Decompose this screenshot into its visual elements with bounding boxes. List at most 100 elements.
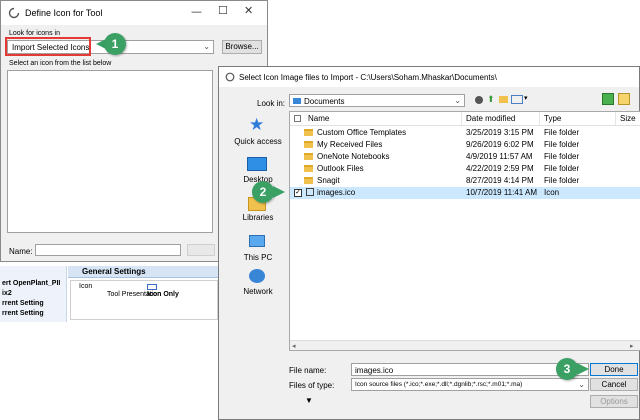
files-of-type-combo[interactable]: Icon source files (*.ico;*.exe;*.dll;*.d… bbox=[351, 378, 589, 391]
ico-file-icon bbox=[306, 188, 314, 196]
places-bar: ★ Quick access Desktop Libraries This PC… bbox=[229, 111, 287, 351]
icon-listbox[interactable] bbox=[7, 70, 213, 233]
folder-icon bbox=[304, 177, 313, 184]
file-name: OneNote Notebooks bbox=[304, 151, 390, 163]
file-list[interactable]: Name Date modified Type Size Custom Offi… bbox=[289, 111, 640, 351]
chevron-down-icon: ⌄ bbox=[203, 42, 210, 51]
image-preview-icon[interactable] bbox=[618, 93, 630, 105]
file-date: 8/27/2019 4:14 PM bbox=[466, 176, 534, 185]
horizontal-scrollbar[interactable]: ◂ ▸ bbox=[290, 340, 640, 350]
folder-icon bbox=[304, 141, 313, 148]
look-for-label: Look for icons in bbox=[9, 30, 60, 37]
up-folder-icon[interactable]: ⬆ bbox=[487, 95, 495, 105]
look-in-label: Look in: bbox=[257, 99, 286, 108]
browse-button[interactable]: Browse... bbox=[222, 40, 262, 54]
back-icon[interactable] bbox=[475, 96, 483, 104]
cancel-button[interactable]: Cancel bbox=[590, 378, 638, 391]
file-date: 3/25/2019 3:15 PM bbox=[466, 128, 534, 137]
place-label: Quick access bbox=[234, 137, 282, 146]
file-name-input[interactable]: images.ico bbox=[351, 363, 589, 376]
name-input[interactable] bbox=[35, 244, 181, 256]
disabled-button bbox=[187, 244, 215, 256]
file-row[interactable]: Snagit 8/27/2019 4:14 PM File folder bbox=[290, 175, 640, 187]
refresh-icon[interactable] bbox=[602, 93, 614, 105]
tool-list-item[interactable]: ert OpenPlant_PII bbox=[2, 280, 60, 287]
file-name-label: File name: bbox=[289, 366, 327, 375]
prop-label-icon: Icon bbox=[79, 283, 93, 290]
file-type: File folder bbox=[544, 164, 580, 173]
folder-icon bbox=[304, 129, 313, 136]
file-name-text: Snagit bbox=[317, 176, 340, 185]
general-settings-header: General Settings bbox=[68, 266, 222, 278]
folder-icon bbox=[293, 98, 301, 104]
app-icon bbox=[8, 7, 20, 19]
select-all-checkbox[interactable] bbox=[294, 115, 301, 122]
minimize-icon[interactable]: — bbox=[191, 5, 202, 18]
select-files-titlebar: Select Icon Image files to Import - C:\U… bbox=[219, 67, 639, 87]
file-name-text: OneNote Notebooks bbox=[317, 152, 390, 161]
file-type: File folder bbox=[544, 176, 580, 185]
file-list-header: Name Date modified Type Size bbox=[290, 112, 640, 126]
file-date: 4/22/2019 2:59 PM bbox=[466, 164, 534, 173]
prop-value-tool-presentation[interactable]: Icon Only bbox=[147, 291, 179, 298]
file-name: Custom Office Templates bbox=[304, 127, 406, 139]
select-icon-label: Select an icon from the list below bbox=[9, 60, 112, 67]
folder-icon bbox=[304, 153, 313, 160]
tool-list-item[interactable]: rrent Setting bbox=[2, 300, 44, 307]
options-button[interactable]: Options bbox=[590, 395, 638, 408]
row-checkbox-checked[interactable]: ✓ bbox=[294, 189, 302, 197]
file-row[interactable]: OneNote Notebooks 4/9/2019 11:57 AM File… bbox=[290, 151, 640, 163]
maximize-icon[interactable]: ☐ bbox=[218, 4, 228, 17]
scroll-right-icon[interactable]: ▸ bbox=[630, 342, 634, 350]
column-header-size[interactable]: Size bbox=[616, 112, 640, 125]
place-label: This PC bbox=[243, 253, 273, 262]
file-name: Snagit bbox=[304, 175, 340, 187]
file-name-text: Outlook Files bbox=[317, 164, 364, 173]
tool-list: ert OpenPlant_PII ix2 rrent Setting rren… bbox=[0, 266, 67, 322]
expand-arrow-icon[interactable]: ▼ bbox=[305, 396, 313, 405]
desktop-icon bbox=[247, 157, 267, 171]
file-row[interactable]: My Received Files 9/26/2019 6:02 PM File… bbox=[290, 139, 640, 151]
file-date: 9/26/2019 6:02 PM bbox=[466, 140, 534, 149]
view-menu-chevron-icon[interactable]: ▾ bbox=[524, 94, 528, 102]
file-name-text: Custom Office Templates bbox=[317, 128, 407, 137]
place-network[interactable]: Network bbox=[229, 269, 287, 309]
file-row-selected[interactable]: ✓ images.ico 10/7/2019 11:41 AM Icon bbox=[290, 187, 640, 199]
file-row[interactable]: Outlook Files 4/22/2019 2:59 PM File fol… bbox=[290, 163, 640, 175]
done-button[interactable]: Done bbox=[590, 363, 638, 376]
app-icon bbox=[225, 72, 235, 82]
place-quick-access[interactable]: ★ Quick access bbox=[229, 115, 287, 155]
star-icon: ★ bbox=[249, 115, 265, 135]
place-label: Libraries bbox=[242, 213, 274, 222]
file-name-text: My Received Files bbox=[317, 140, 383, 149]
tool-list-item[interactable]: rrent Setting bbox=[2, 310, 44, 317]
icon-preview-icon[interactable] bbox=[147, 284, 157, 290]
define-icon-title: Define Icon for Tool bbox=[25, 8, 103, 18]
file-date: 4/9/2019 11:57 AM bbox=[466, 152, 533, 161]
callout-3: 3 bbox=[556, 358, 578, 380]
chevron-down-icon: ⌄ bbox=[454, 96, 461, 105]
new-folder-icon[interactable] bbox=[499, 96, 508, 103]
file-name-text: images.ico bbox=[317, 188, 356, 197]
place-this-pc[interactable]: This PC bbox=[229, 231, 287, 271]
file-name: images.ico bbox=[306, 187, 355, 199]
file-date: 10/7/2019 11:41 AM bbox=[466, 188, 538, 197]
file-type: Icon bbox=[544, 188, 560, 197]
look-in-combo[interactable]: Documents ⌄ bbox=[289, 94, 465, 107]
blank-area bbox=[0, 322, 218, 420]
folder-icon bbox=[304, 165, 313, 172]
file-row[interactable]: Custom Office Templates 3/25/2019 3:15 P… bbox=[290, 127, 640, 139]
column-header-name[interactable]: Name bbox=[304, 112, 462, 125]
general-settings-title: General Settings bbox=[82, 267, 146, 276]
tool-list-item[interactable]: ix2 bbox=[2, 290, 12, 297]
column-header-date[interactable]: Date modified bbox=[462, 112, 540, 125]
scroll-left-icon[interactable]: ◂ bbox=[292, 342, 296, 350]
view-menu-icon[interactable] bbox=[511, 95, 523, 104]
define-icon-titlebar: Define Icon for Tool — ☐ ✕ bbox=[1, 1, 267, 25]
name-label: Name: bbox=[9, 247, 33, 256]
column-header-type[interactable]: Type bbox=[540, 112, 616, 125]
close-icon[interactable]: ✕ bbox=[244, 4, 253, 17]
callout-2-pointer bbox=[273, 186, 285, 198]
callout-2: 2 bbox=[252, 181, 274, 203]
select-files-title: Select Icon Image files to Import - C:\U… bbox=[239, 73, 497, 82]
